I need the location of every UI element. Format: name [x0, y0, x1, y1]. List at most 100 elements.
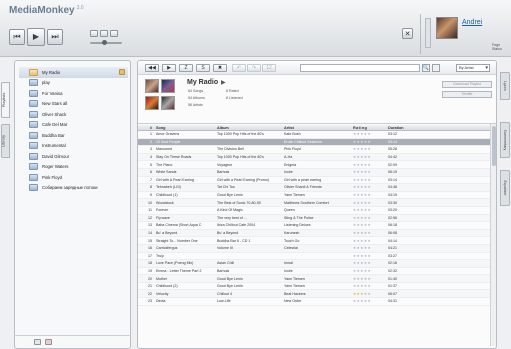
tab-library[interactable]: Library: [1, 124, 10, 158]
header-artist[interactable]: Artist: [282, 125, 351, 130]
rating-stars[interactable]: ★★★★★: [351, 284, 386, 288]
star-icon[interactable]: ★: [368, 231, 372, 235]
undo-button[interactable]: ↶: [232, 64, 246, 72]
mini-player-button[interactable]: [110, 30, 118, 37]
header-rating[interactable]: Rating: [351, 125, 386, 130]
star-icon[interactable]: ★: [368, 223, 372, 227]
rating-stars[interactable]: ★★★★★: [351, 193, 386, 197]
sidebar-item-playlist[interactable]: Instrumental: [19, 141, 128, 152]
rating-stars[interactable]: ★★★★★: [351, 292, 386, 296]
star-icon[interactable]: ★: [368, 261, 372, 265]
next-button[interactable]: ⏭: [47, 29, 63, 45]
search-icon[interactable]: 🔍: [422, 64, 430, 72]
rating-stars[interactable]: ★★★★★: [351, 155, 386, 159]
table-row[interactable]: 5 The Piano Voyageur Enigma ★★★★★ 02:09: [138, 161, 496, 169]
sidebar-item-playlist[interactable]: Roger Waters: [19, 162, 128, 173]
table-row[interactable]: 10 Woodstock The Best of Sonic 70-80-90 Mat…: [138, 199, 496, 207]
sidebar-item-playlist[interactable]: play: [19, 78, 128, 89]
table-row[interactable]: 3 Marooned The Division Bell Pink Floyd ★★★★…: [138, 146, 496, 154]
star-icon[interactable]: ★: [368, 284, 372, 288]
rewind-button[interactable]: ◀◀: [145, 64, 159, 72]
star-icon[interactable]: ★: [368, 292, 372, 296]
rating-stars[interactable]: ★★★★★: [351, 239, 386, 243]
table-row[interactable]: 16 Carrickfergus Volume III Celestial ★★★★★ 0…: [138, 244, 496, 253]
sidebar-item-playlist[interactable]: My Radio: [19, 67, 128, 78]
star-icon[interactable]: ★: [368, 277, 372, 281]
star-icon[interactable]: ★: [368, 140, 372, 144]
rating-stars[interactable]: ★★★★★: [351, 147, 386, 151]
sidebar-item-playlist[interactable]: Buddha Bar: [19, 130, 128, 141]
star-icon[interactable]: ★: [368, 178, 372, 182]
user-name-link[interactable]: Andrei: [462, 19, 482, 26]
search-input[interactable]: [300, 64, 420, 72]
restore-button[interactable]: [100, 30, 108, 37]
rating-stars[interactable]: ★★★★★: [351, 208, 386, 212]
rating-stars[interactable]: ★★★★★: [351, 231, 386, 235]
minimize-button[interactable]: [90, 30, 98, 37]
download-playlist-button[interactable]: Download Playlist: [442, 81, 492, 88]
shuffle-button[interactable]: Shuffle: [442, 91, 492, 98]
rating-stars[interactable]: ★★★★★: [351, 201, 386, 205]
sidebar-item-playlist[interactable]: For Vanisa: [19, 88, 128, 99]
star-icon[interactable]: ★: [368, 269, 372, 273]
play-button[interactable]: ▶: [27, 28, 45, 46]
table-row[interactable]: 6 White Sands Barhuis Ivoire ★★★★★ 06:19: [138, 168, 496, 177]
redo-button[interactable]: ↷: [247, 64, 261, 72]
header-duration[interactable]: Duration: [386, 125, 416, 130]
scroll-thumb[interactable]: [492, 126, 496, 166]
rating-stars[interactable]: ★★★★★: [351, 261, 386, 265]
shuffle-toggle-button[interactable]: S: [196, 64, 210, 72]
close-icon[interactable]: ✕: [402, 28, 413, 39]
rating-stars[interactable]: ★★★★★: [351, 178, 386, 182]
star-icon[interactable]: ★: [368, 147, 372, 151]
sort-select[interactable]: By Artist: [456, 64, 490, 72]
table-row[interactable]: 21 Childhood (2) Good Bye Lenin Yann Tierse…: [138, 283, 496, 291]
user-panel-tab[interactable]: [425, 18, 431, 48]
table-row[interactable]: 11 Forever A Kind Of Magic Queen ★★★★★ 03:20: [138, 207, 496, 215]
sidebar-item-playlist[interactable]: Oliver Shack: [19, 109, 128, 120]
table-row[interactable]: 22 Velocity Chillout 4 Beat Hackers ★★★★★ 06:…: [138, 290, 496, 299]
rating-stars[interactable]: ★★★★★: [351, 170, 386, 174]
table-row[interactable]: 4 Stay On These Roads Top 1000 Pop Hits of…: [138, 153, 496, 162]
tab-playlists[interactable]: Playlists: [1, 82, 10, 118]
tab-equalizer[interactable]: Equalizer: [500, 170, 510, 206]
rating-stars[interactable]: ★★★★★: [351, 185, 386, 189]
header-number[interactable]: #: [144, 125, 154, 130]
header-song[interactable]: Song: [154, 125, 215, 130]
play-playlist-icon[interactable]: ▶: [221, 79, 226, 86]
delete-playlist-button[interactable]: [45, 339, 52, 345]
star-icon[interactable]: ★: [368, 216, 372, 220]
rating-stars[interactable]: ★★★★★: [351, 163, 386, 167]
table-row[interactable]: 18 Love Pace (Poeng Mix) Asian Chill Inmal ★…: [138, 260, 496, 268]
rating-stars[interactable]: ★★★★★: [351, 299, 386, 303]
star-icon[interactable]: ★: [368, 155, 372, 159]
star-icon[interactable]: ★: [368, 132, 372, 136]
remove-button[interactable]: ✖: [213, 64, 227, 72]
sidebar-item-playlist[interactable]: Собираем зарядные потоки: [19, 183, 128, 194]
rating-stars[interactable]: ★★★★★: [351, 216, 386, 220]
header-album[interactable]: Album: [215, 125, 282, 130]
table-row[interactable]: 1 Amor Gravens Top 1000 Pop Hits of the 80…: [138, 131, 496, 139]
sidebar-item-playlist[interactable]: Pink Floyd: [19, 172, 128, 183]
table-row[interactable]: 17 Truly ★★★★★ 03:27: [138, 253, 496, 261]
table-row[interactable]: 23 Dinda Low-Life New Order ★★★★★ 04:31: [138, 298, 496, 306]
table-scrollbar[interactable]: [490, 124, 496, 346]
rating-stars[interactable]: ★★★★★: [351, 246, 386, 250]
star-icon[interactable]: ★: [368, 163, 372, 167]
star-icon[interactable]: ★: [368, 201, 372, 205]
rating-stars[interactable]: ★★★★★: [351, 277, 386, 281]
star-icon[interactable]: ★: [368, 193, 372, 197]
table-row[interactable]: 20 Mother Good Bye Lenin Yann Tiersen ★★★★★ 0…: [138, 275, 496, 283]
table-row[interactable]: 14 Bu' a Beyond Bu' a Beyond Karunesh ★★★★★ 0…: [138, 229, 496, 238]
play-list-button[interactable]: ▶: [162, 64, 176, 72]
sidebar-item-playlist[interactable]: Cafe Del Mar: [19, 120, 128, 131]
table-row[interactable]: 8 Tehnabeh (LGi) Tat Chi Too Olivier Shanti…: [138, 184, 496, 192]
add-playlist-button[interactable]: [34, 339, 41, 345]
tab-commentary[interactable]: Commentary: [500, 122, 510, 158]
sidebar-item-playlist[interactable]: New Stars all: [19, 99, 128, 110]
table-row[interactable]: 2 12 Soul People Erotic Chillout Sessions ★…: [138, 138, 496, 147]
rating-stars[interactable]: ★★★★★: [351, 269, 386, 273]
star-icon[interactable]: ★: [368, 246, 372, 250]
volume-thumb[interactable]: [102, 40, 107, 45]
star-icon[interactable]: ★: [368, 299, 372, 303]
